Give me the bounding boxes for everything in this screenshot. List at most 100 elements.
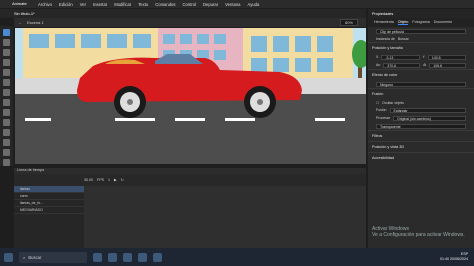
tab-documento[interactable]: Documento — [434, 20, 452, 25]
task-view-icon[interactable] — [93, 252, 102, 262]
browser-icon[interactable] — [123, 252, 132, 262]
fusion-heading[interactable]: Fusión — [368, 88, 474, 99]
store-icon[interactable] — [138, 252, 147, 262]
rectangle-tool-icon[interactable] — [3, 99, 10, 106]
position-3d-heading[interactable]: Posición y vista 3D — [368, 141, 474, 152]
windows-start-icon[interactable] — [4, 252, 13, 262]
menu-ver[interactable]: Ver — [80, 2, 86, 7]
activation-watermark: Activar Windows Ve a Configuración para … — [372, 226, 465, 238]
eraser-tool-icon[interactable] — [3, 129, 10, 136]
menu-ventana[interactable]: Ventana — [225, 2, 240, 7]
y-field[interactable]: 140.5 — [427, 54, 466, 60]
subselection-tool-icon[interactable] — [3, 39, 10, 46]
menu-archivo[interactable]: Archivo — [38, 2, 52, 7]
fps-unit: FPS — [97, 178, 104, 182]
layer-row[interactable]: llantas — [14, 186, 84, 193]
paint-bucket-tool-icon[interactable] — [3, 139, 10, 146]
height-label: Al — [423, 63, 427, 67]
watermark-subtitle: Ve a Configuración para activar Windows. — [372, 232, 465, 238]
file-explorer-icon[interactable] — [108, 252, 117, 262]
y-label: Y — [422, 55, 425, 59]
panel-tabs: Propiedades — [368, 9, 474, 18]
transparent-row: Transparente — [368, 122, 474, 130]
pencil-tool-icon[interactable] — [3, 109, 10, 116]
color-effect-heading[interactable]: Efecto de color — [368, 69, 474, 80]
frame-number[interactable]: 1 — [108, 178, 110, 182]
instance-row: Instancia de Buscar — [368, 35, 474, 42]
clock-time: 01:40 — [440, 257, 449, 261]
frames-grid[interactable] — [84, 186, 366, 248]
accessibility-heading[interactable]: Accesibilidad — [368, 152, 474, 163]
hide-object-checkbox[interactable]: ☐ — [376, 101, 379, 105]
menu-depurar[interactable]: Depurar — [203, 2, 218, 7]
fps-value[interactable]: 30.00 — [84, 178, 93, 182]
width-label: An — [376, 63, 381, 67]
pen-tool-icon[interactable] — [3, 69, 10, 76]
menu-ayuda[interactable]: Ayuda — [248, 2, 260, 7]
road — [15, 94, 366, 164]
language-indicator[interactable]: ESP — [461, 252, 468, 256]
properties-subtabs: Herramienta Objeto Fotograma Documento — [368, 18, 474, 27]
transparent-select[interactable]: Transparente — [376, 123, 466, 129]
brush-tool-icon[interactable] — [3, 119, 10, 126]
search-icon: ⌕ — [23, 254, 26, 260]
tab-herramienta[interactable]: Herramienta — [374, 20, 394, 25]
tab-objeto[interactable]: Objeto — [397, 20, 409, 25]
mix-label: Fusión — [376, 108, 387, 112]
filters-heading[interactable]: Filtros — [368, 130, 474, 141]
stage-canvas[interactable] — [15, 28, 366, 164]
stage-artwork — [15, 28, 366, 164]
menu-insertar[interactable]: Insertar — [93, 2, 107, 7]
menu-texto[interactable]: Texto — [138, 2, 148, 7]
menu-comandos[interactable]: Comandos — [155, 2, 175, 7]
timeline-controls: 30.00 FPS 1 ▶ ↻ — [14, 174, 366, 186]
lasso-tool-icon[interactable] — [3, 59, 10, 66]
selection-tool-icon[interactable] — [3, 29, 10, 36]
layer-row[interactable]: llantas_de_fo... — [14, 200, 84, 207]
properties-panel: Herramienta Objeto Fotograma Documento C… — [368, 18, 474, 248]
scene-name[interactable]: Escena 1 — [27, 20, 44, 25]
layer-row[interactable]: MEOVARIADO — [14, 207, 84, 214]
play-icon[interactable]: ▶ — [114, 178, 117, 182]
document-tabs: Sin título-1* — [0, 9, 366, 18]
layer-row[interactable]: carro — [14, 193, 84, 200]
zoom-tool-icon[interactable] — [3, 159, 10, 166]
hand-tool-icon[interactable] — [3, 149, 10, 156]
color-effect-row: Ninguno — [368, 80, 474, 88]
instance-name[interactable]: Buscar — [398, 37, 409, 41]
height-field[interactable]: 105.6 — [429, 62, 466, 68]
size-row: An 370.6 Al 105.6 — [368, 61, 474, 69]
system-tray[interactable]: ESP 01:40 20/06/2024 — [440, 252, 468, 262]
loop-icon[interactable]: ↻ — [121, 178, 124, 182]
tools-panel — [0, 26, 13, 166]
menu-control[interactable]: Control — [182, 2, 196, 7]
text-tool-icon[interactable] — [3, 79, 10, 86]
color-effect-select[interactable]: Ninguno — [376, 81, 466, 87]
layer-name: MEOVARIADO — [20, 208, 43, 212]
x-field[interactable]: -3.13 — [381, 54, 420, 60]
document-tab[interactable]: Sin título-1* — [14, 11, 35, 16]
clock-date: 20/06/2024 — [450, 257, 468, 261]
free-transform-tool-icon[interactable] — [3, 49, 10, 56]
taskbar-search[interactable]: ⌕ Buscar — [19, 251, 87, 263]
menu-modificar[interactable]: Modificar — [114, 2, 131, 7]
render-select[interactable]: Original (sin cambios) — [393, 115, 466, 121]
width-field[interactable]: 370.6 — [383, 62, 421, 68]
layer-name: llantas_de_fo... — [20, 201, 43, 205]
hide-object-row: ☐ Ocultar objeto — [368, 99, 474, 106]
clip-type-select[interactable]: Clip de película — [376, 28, 466, 34]
mix-select[interactable]: Estándar — [389, 107, 466, 113]
menu-edicion[interactable]: Edición — [59, 2, 73, 7]
render-row: Procesar Original (sin cambios) — [368, 114, 474, 122]
render-label: Procesar — [376, 116, 391, 120]
back-arrow-icon[interactable]: ← — [18, 20, 22, 25]
menu-bar: Archivo Edición Ver Insertar Modificar T… — [0, 0, 474, 8]
zoom-select[interactable]: 80% — [339, 19, 358, 26]
position-size-heading[interactable]: Posición y tamaño — [368, 42, 474, 53]
properties-tab[interactable]: Propiedades — [372, 12, 393, 16]
mix-row: Fusión Estándar — [368, 106, 474, 114]
line-tool-icon[interactable] — [3, 89, 10, 96]
animate-app-icon[interactable] — [153, 252, 162, 262]
tab-fotograma[interactable]: Fotograma — [412, 20, 429, 25]
timeline-title[interactable]: Línea de tiempo — [17, 168, 44, 172]
